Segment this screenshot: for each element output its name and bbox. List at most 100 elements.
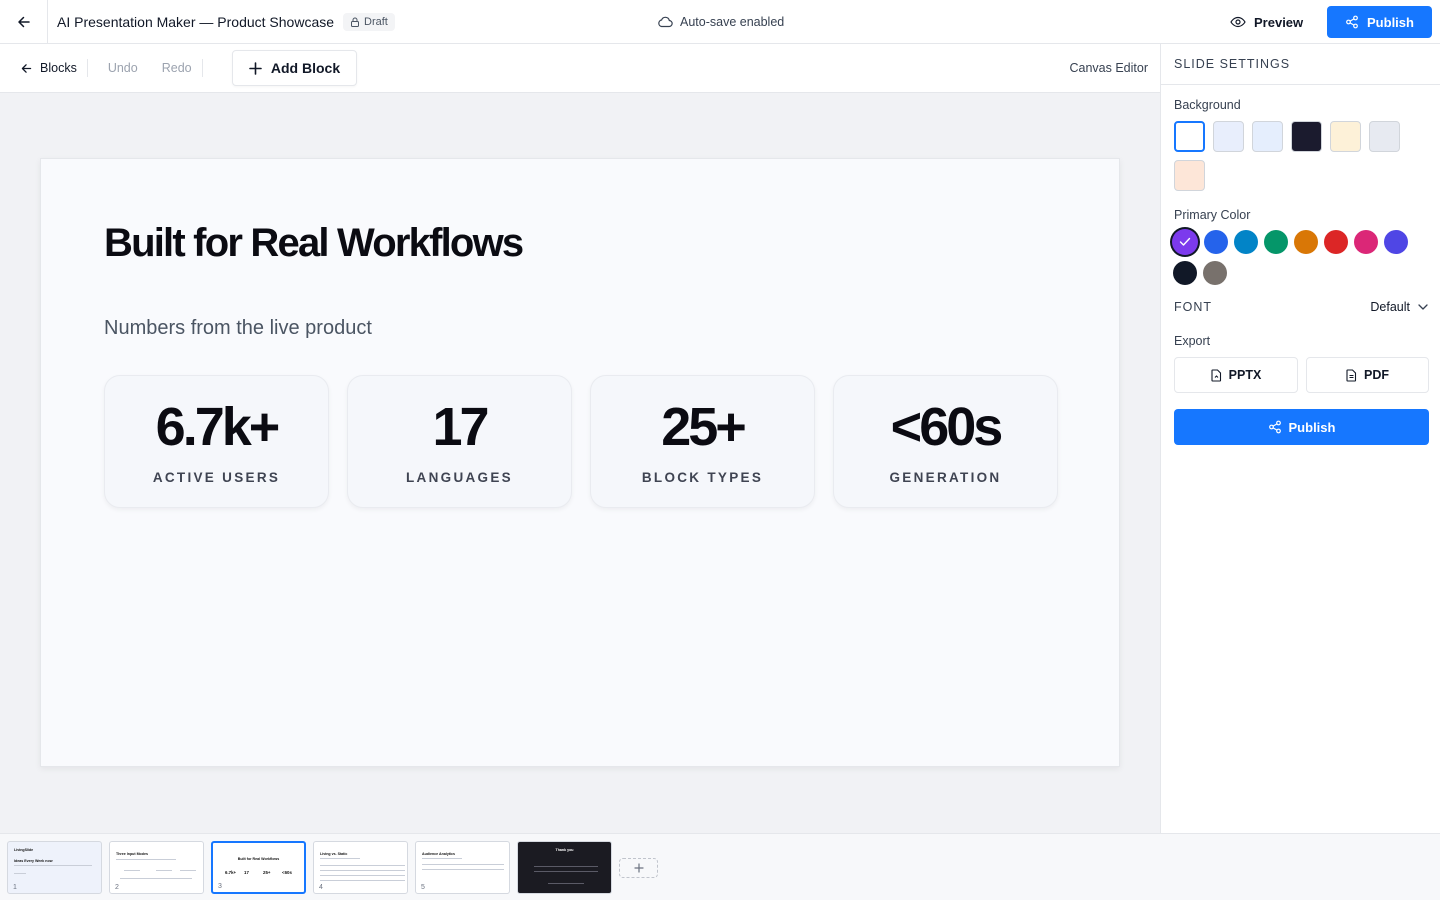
stat-label: LANGUAGES: [406, 470, 513, 485]
export-pptx-button[interactable]: PPTX: [1174, 357, 1298, 393]
add-block-button[interactable]: Add Block: [232, 50, 357, 86]
export-pdf-label: PDF: [1364, 368, 1389, 382]
thumbnail-line: [52, 865, 92, 866]
stat-card[interactable]: 17 LANGUAGES: [347, 375, 572, 508]
status-badge: Draft: [343, 12, 395, 31]
lock-icon: [351, 17, 360, 27]
thumbnail-line: [320, 865, 405, 866]
arrow-left-icon: [17, 16, 30, 27]
back-button[interactable]: [0, 0, 48, 44]
toolbar-divider: [86, 59, 88, 77]
document-icon: [1346, 368, 1357, 382]
document-title: AI Presentation Maker — Product Showcase: [57, 13, 335, 30]
slide-thumbnail[interactable]: Audience Analytics 5: [415, 841, 510, 894]
top-bar: AI Presentation Maker — Product Showcase…: [0, 0, 1440, 44]
thumbnail-line: [320, 858, 360, 859]
thumbnail-title: Built for Real Workflows: [237, 857, 280, 861]
font-label: FONT: [1174, 300, 1213, 314]
slide-thumbnail[interactable]: Built for Real Workflows 6.7k+ 17 25+ <60s 3: [211, 841, 306, 894]
thumbnail-text: Ideas Every Week now: [14, 859, 53, 863]
export-pptx-label: PPTX: [1228, 368, 1262, 382]
slide-filmstrip: LivingSlide Ideas Every Week now 1 Three In…: [0, 833, 1440, 900]
slide-thumbnail[interactable]: LivingSlide Ideas Every Week now 1: [7, 841, 102, 894]
stat-card[interactable]: 6.7k+ ACTIVE USERS: [104, 375, 329, 508]
primary-color-swatch[interactable]: [1234, 230, 1258, 254]
add-block-label: Add Block: [270, 60, 341, 76]
preview-label: Preview: [1254, 14, 1304, 30]
file-icon: [1211, 368, 1221, 382]
primary-color-swatch[interactable]: [1173, 261, 1197, 285]
primary-color-swatch[interactable]: [1294, 230, 1318, 254]
thumbnail-number: 2: [115, 884, 119, 891]
background-label: Background: [1174, 98, 1241, 112]
primary-color-swatch[interactable]: [1204, 230, 1228, 254]
stat-value: 25+: [661, 397, 747, 457]
stat-label: GENERATION: [889, 470, 1002, 485]
thumbnail-line: [320, 870, 405, 871]
background-swatch[interactable]: [1174, 160, 1205, 191]
thumbnail-stat: 6.7k+: [225, 870, 237, 875]
slide-subtitle[interactable]: Numbers from the live product: [104, 317, 372, 340]
publish-button-sidebar[interactable]: Publish: [1174, 409, 1429, 445]
primary-color-swatch[interactable]: [1172, 229, 1198, 255]
slide-thumbnail[interactable]: Living vs. Static 4: [313, 841, 408, 894]
undo-button[interactable]: Undo: [108, 61, 138, 75]
redo-button[interactable]: Redo: [162, 61, 192, 75]
thumbnail-line: [14, 865, 54, 866]
plus-icon: [249, 61, 262, 75]
stat-card[interactable]: 25+ BLOCK TYPES: [590, 375, 815, 508]
slide-thumbnail[interactable]: Thank you: [517, 841, 612, 894]
thumbnail-line: [534, 871, 598, 872]
export-label: Export: [1174, 334, 1211, 348]
thumbnail-line: [422, 858, 462, 859]
share-icon: [1346, 15, 1358, 29]
slide-canvas[interactable]: Built for Real Workflows Numbers from th…: [40, 158, 1120, 767]
background-swatch[interactable]: [1174, 121, 1205, 152]
thumbnail-title: Living vs. Static: [320, 852, 348, 856]
panel-heading: SLIDE SETTINGS: [1161, 44, 1440, 85]
slide-thumbnail[interactable]: Three Input Modes 2: [109, 841, 204, 894]
thumbnail-line: [180, 870, 196, 871]
font-row: FONT Default: [1174, 296, 1428, 318]
font-select-value: Default: [1370, 300, 1410, 314]
thumbnail-title: LivingSlide: [14, 848, 34, 852]
chevron-down-icon: [1418, 304, 1428, 310]
background-swatch[interactable]: [1291, 121, 1322, 152]
font-select[interactable]: Default: [1370, 300, 1428, 314]
export-pdf-button[interactable]: PDF: [1306, 357, 1429, 393]
thumbnail-number: 4: [319, 884, 323, 891]
thumbnail-line: [14, 873, 26, 874]
thumbnail-line: [422, 869, 504, 870]
background-swatch[interactable]: [1252, 121, 1283, 152]
preview-button[interactable]: Preview: [1226, 6, 1307, 38]
background-swatches: [1174, 121, 1414, 191]
thumbnail-title: Audience Analytics: [422, 852, 456, 856]
canvas-area: Built for Real Workflows Numbers from th…: [0, 93, 1160, 833]
stat-label: ACTIVE USERS: [152, 470, 281, 485]
primary-color-swatch[interactable]: [1384, 230, 1408, 254]
background-swatch[interactable]: [1369, 121, 1400, 152]
add-slide-button[interactable]: [619, 858, 658, 878]
slide-title[interactable]: Built for Real Workflows: [104, 221, 524, 266]
thumbnail-line: [534, 866, 598, 867]
stats-row: 6.7k+ ACTIVE USERS 17 LANGUAGES 25+ BLOC…: [104, 375, 1058, 508]
thumbnail-line: [320, 875, 405, 876]
primary-color-swatch[interactable]: [1354, 230, 1378, 254]
status-badge-label: Draft: [364, 15, 388, 28]
plus-icon: [633, 863, 644, 873]
background-swatch[interactable]: [1213, 121, 1244, 152]
blocks-button[interactable]: Blocks: [20, 61, 77, 75]
publish-sidebar-label: Publish: [1288, 419, 1336, 435]
publish-label: Publish: [1367, 14, 1414, 30]
autosave-label: Auto-save enabled: [680, 15, 785, 29]
stat-value: 6.7k+: [155, 397, 281, 457]
primary-color-swatch[interactable]: [1203, 261, 1227, 285]
stat-value: <60s: [890, 397, 1004, 457]
publish-button[interactable]: Publish: [1327, 6, 1432, 38]
primary-color-swatch[interactable]: [1324, 230, 1348, 254]
thumbnail-title: Thank you: [555, 848, 574, 852]
primary-color-swatch[interactable]: [1264, 230, 1288, 254]
thumbnail-line: [320, 880, 405, 881]
stat-card[interactable]: <60s GENERATION: [833, 375, 1058, 508]
background-swatch[interactable]: [1330, 121, 1361, 152]
